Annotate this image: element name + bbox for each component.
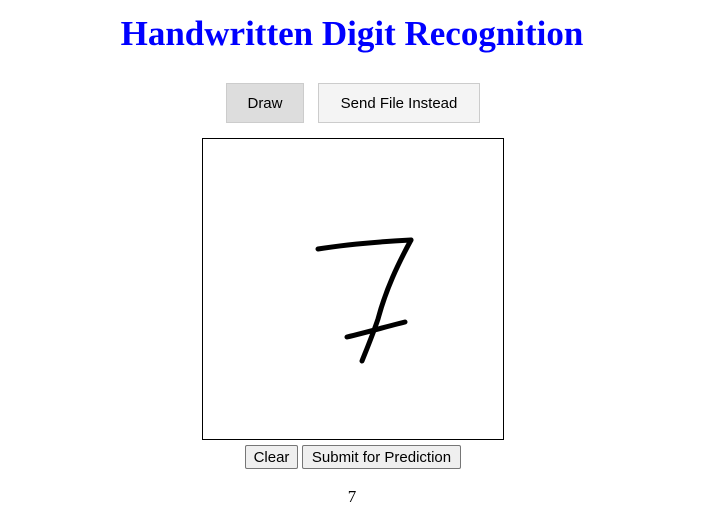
draw-mode-button[interactable]: Draw xyxy=(226,83,304,123)
digit-drawing xyxy=(315,237,414,364)
clear-button[interactable]: Clear xyxy=(245,445,298,469)
send-file-button[interactable]: Send File Instead xyxy=(318,83,480,123)
page-title: Handwritten Digit Recognition xyxy=(120,14,584,53)
drawing-canvas[interactable] xyxy=(202,138,504,440)
submit-prediction-button[interactable]: Submit for Prediction xyxy=(302,445,461,469)
prediction-result: 7 xyxy=(347,487,357,506)
